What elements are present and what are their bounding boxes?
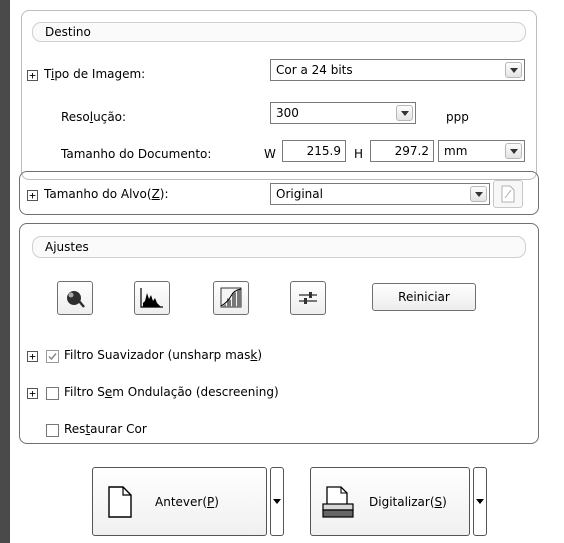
chevron-down-icon[interactable]	[505, 143, 522, 159]
preview-menu-button[interactable]	[270, 467, 284, 536]
checkmark-icon	[48, 353, 57, 361]
auto-exposure-button[interactable]	[57, 281, 93, 315]
restore-color-checkbox[interactable]	[46, 424, 59, 437]
target-size-edit-button[interactable]	[493, 180, 523, 208]
tone-curve-icon	[220, 287, 242, 308]
chevron-down-icon[interactable]	[505, 62, 522, 78]
unsharp-expand-icon[interactable]: +	[27, 351, 38, 362]
unsharp-label: Filtro Suavizador (unsharp mask)	[64, 348, 263, 362]
dropdown-arrow-icon	[476, 499, 484, 504]
window-left-border	[0, 0, 10, 543]
resolucao-unit: ppp	[446, 110, 469, 124]
document-icon	[108, 485, 132, 518]
scan-label: Digitalizar(S)	[369, 494, 447, 509]
image-adjustment-icon	[299, 292, 317, 304]
tone-curve-button[interactable]	[213, 281, 249, 315]
descreen-checkbox[interactable]	[46, 387, 59, 400]
tipo-imagem-select[interactable]: Cor a 24 bits	[270, 59, 525, 81]
scan-button[interactable]: Digitalizar(S)	[310, 467, 470, 536]
tipo-imagem-expand-icon[interactable]: +	[27, 70, 38, 81]
resolucao-select[interactable]: 300	[270, 102, 416, 124]
ajustes-title: Ajustes	[32, 236, 526, 258]
document-edit-icon	[501, 185, 515, 203]
auto-exposure-icon	[67, 291, 85, 308]
tamanho-alvo-expand-icon[interactable]: +	[27, 190, 38, 201]
chevron-down-icon[interactable]	[396, 105, 413, 121]
destino-title: Destino	[32, 22, 526, 42]
image-adjustment-button[interactable]	[290, 281, 326, 315]
preview-button[interactable]: Antever(P)	[92, 467, 267, 536]
height-label: H	[354, 147, 364, 161]
tamanho-alvo-label: Tamanho do Alvo(Z):	[44, 187, 169, 201]
scan-settings-panel: Destino + Tipo de Imagem: Cor a 24 bits …	[14, 0, 544, 543]
tipo-imagem-label: Tipo de Imagem:	[44, 67, 146, 81]
height-field[interactable]: 297.2	[370, 140, 434, 162]
resolucao-label: Resolução:	[61, 110, 127, 124]
dropdown-arrow-icon	[273, 499, 281, 504]
scan-menu-button[interactable]	[473, 467, 487, 536]
preview-label: Antever(P)	[155, 494, 219, 509]
histogram-icon	[140, 288, 163, 308]
tamanho-alvo-select[interactable]: Original	[270, 183, 490, 205]
scanner-icon	[322, 485, 354, 518]
histogram-button[interactable]	[134, 281, 170, 315]
descreen-expand-icon[interactable]: +	[27, 388, 38, 399]
reset-button[interactable]: Reiniciar	[372, 283, 476, 311]
width-field[interactable]: 215.9	[282, 140, 346, 162]
restore-color-label: Restaurar Cor	[64, 422, 147, 436]
tamanho-documento-label: Tamanho do Documento:	[61, 147, 212, 161]
descreen-label: Filtro Sem Ondulação (descreening)	[64, 385, 279, 399]
unit-select[interactable]: mm	[438, 140, 525, 162]
unsharp-checkbox[interactable]	[46, 350, 59, 363]
chevron-down-icon[interactable]	[470, 186, 487, 202]
width-label: W	[264, 147, 276, 161]
